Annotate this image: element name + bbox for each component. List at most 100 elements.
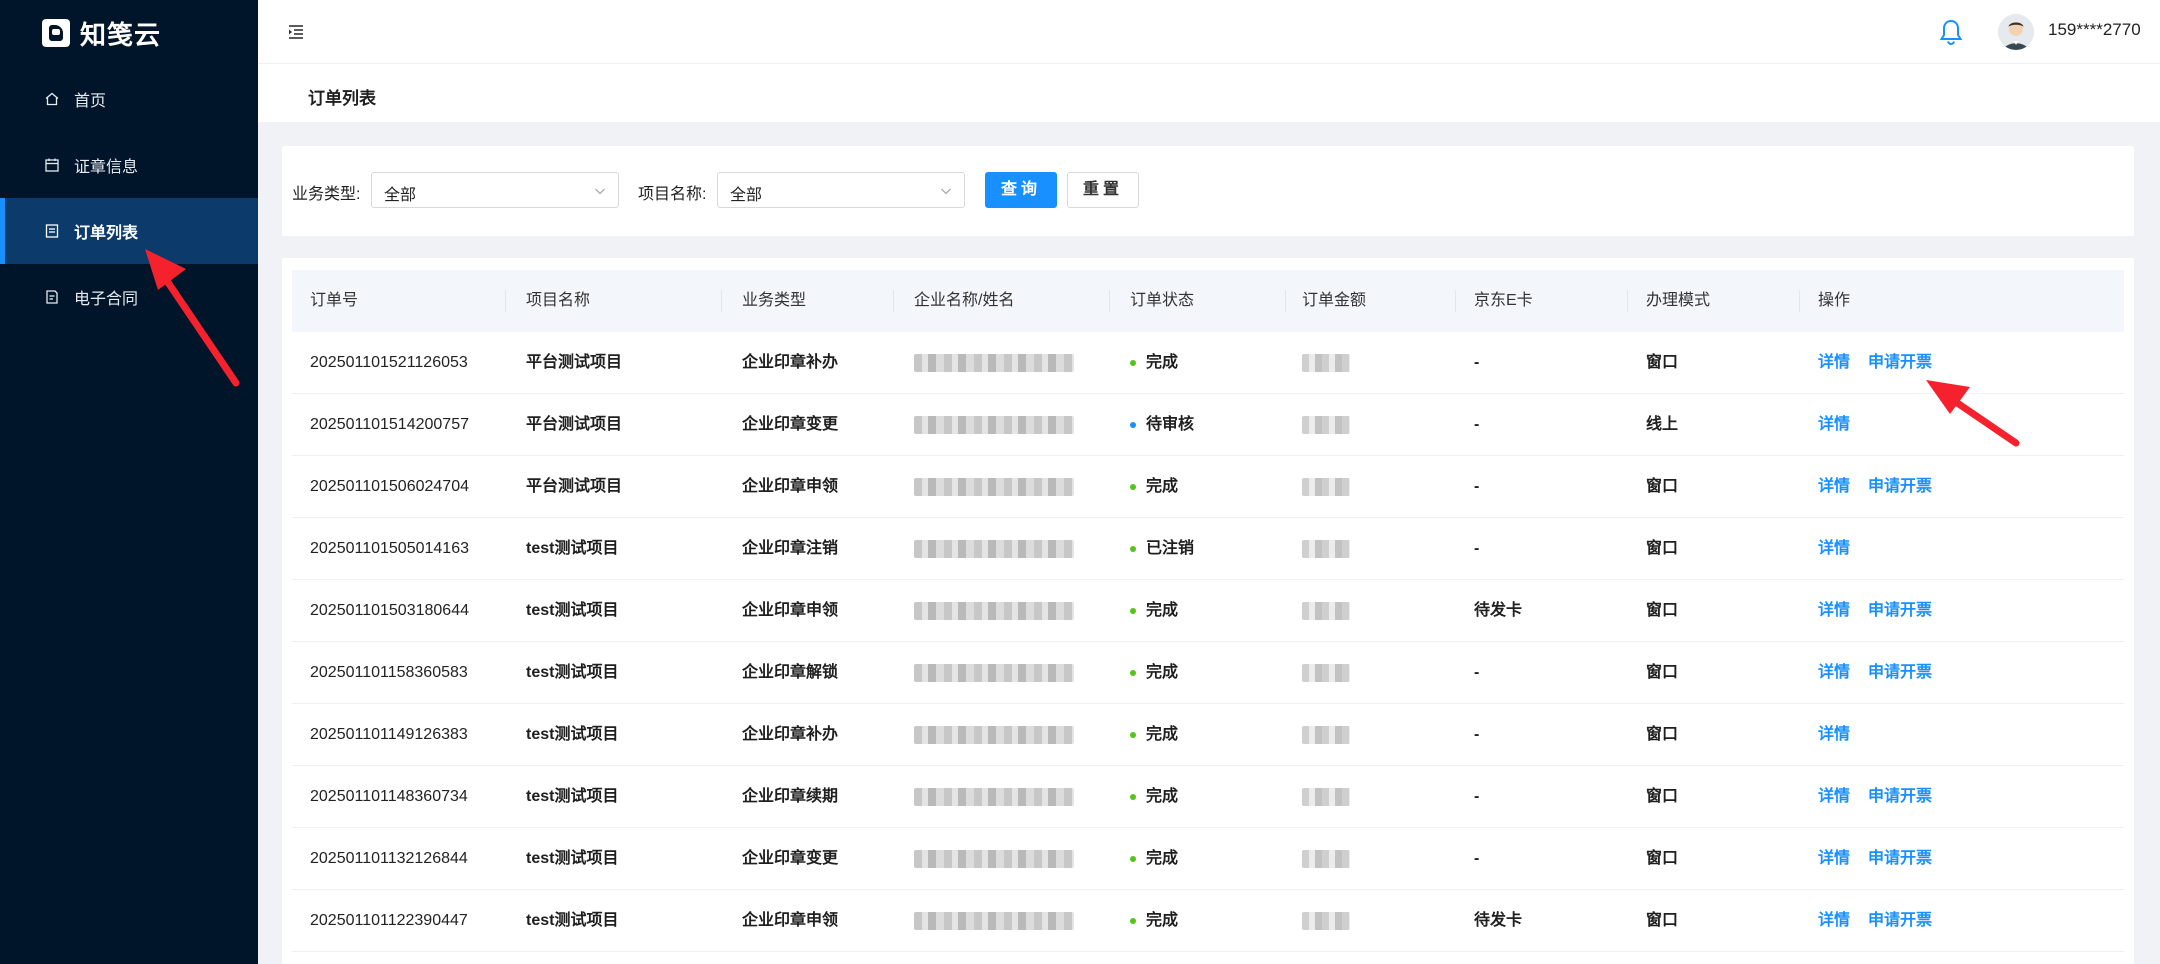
avatar[interactable] bbox=[1998, 14, 2034, 50]
project-name: test测试项目 bbox=[526, 664, 619, 681]
order-number: 202501101122390447 bbox=[310, 912, 468, 929]
apply-invoice-link[interactable]: 申请开票 bbox=[1868, 456, 1932, 518]
menu-collapse-icon[interactable] bbox=[286, 22, 306, 42]
apply-invoice-link[interactable]: 申请开票 bbox=[1868, 332, 1932, 394]
apply-invoice-link[interactable]: 申请开票 bbox=[1868, 642, 1932, 704]
handling-mode: 窗口 bbox=[1646, 726, 1679, 743]
company-name-redacted bbox=[914, 354, 1074, 372]
chevron-down-icon bbox=[940, 184, 952, 196]
table-row: 202501101122390447 test测试项目 企业印章申领 完成 待发卡 窗口 详… bbox=[292, 890, 2124, 952]
logo[interactable]: 知笺云 bbox=[0, 0, 258, 66]
jd-card-status: - bbox=[1474, 540, 1480, 557]
column-header-status: 订单状态 bbox=[1130, 292, 1195, 309]
project-name-value: 全部 bbox=[730, 187, 763, 204]
order-number: 202501101514200757 bbox=[310, 416, 469, 433]
business-type: 企业印章续期 bbox=[742, 788, 839, 805]
handling-mode: 窗口 bbox=[1646, 478, 1679, 495]
sidebar-item-seal-info[interactable]: 证章信息 bbox=[0, 132, 258, 198]
status-dot bbox=[1130, 484, 1136, 490]
column-header-project: 项目名称 bbox=[526, 292, 591, 309]
sidebar-item-home[interactable]: 首页 bbox=[0, 66, 258, 132]
project-name: 平台测试项目 bbox=[526, 354, 623, 371]
page-title-bar: 订单列表 bbox=[258, 64, 2160, 122]
status-dot bbox=[1130, 918, 1136, 924]
order-status: 完成 bbox=[1130, 642, 1178, 704]
status-dot bbox=[1130, 608, 1136, 614]
top-header: 159****2770 bbox=[258, 0, 2160, 64]
table-body: 202501101521126053 平台测试项目 企业印章补办 完成 - 窗口 详情 申请开… bbox=[292, 332, 2124, 952]
reset-button[interactable]: 重置 bbox=[1067, 172, 1139, 208]
company-name-redacted bbox=[914, 850, 1074, 868]
sidebar-item-order-list[interactable]: 订单列表 bbox=[0, 198, 258, 264]
order-status-text: 完成 bbox=[1146, 850, 1179, 867]
status-dot bbox=[1130, 670, 1136, 676]
project-name-select[interactable]: 全部 bbox=[717, 172, 965, 208]
detail-link[interactable]: 详情 bbox=[1818, 828, 1850, 890]
company-name-redacted bbox=[914, 416, 1074, 434]
username[interactable]: 159****2770 bbox=[2048, 20, 2141, 40]
business-type-select[interactable]: 全部 bbox=[371, 172, 619, 208]
sidebar: 知笺云 首页 证章信息 订单列表 电子合同 bbox=[0, 0, 258, 964]
handling-mode: 窗口 bbox=[1646, 354, 1679, 371]
detail-link[interactable]: 详情 bbox=[1818, 704, 1850, 766]
order-status-text: 待审核 bbox=[1146, 416, 1195, 433]
detail-link[interactable]: 详情 bbox=[1818, 394, 1850, 456]
column-divider bbox=[1109, 290, 1110, 312]
column-header-company: 企业名称/姓名 bbox=[914, 292, 1015, 309]
order-number: 202501101505014163 bbox=[310, 540, 469, 557]
brand-name: 知笺云 bbox=[80, 19, 162, 50]
handling-mode: 窗口 bbox=[1646, 788, 1679, 805]
company-name-redacted bbox=[914, 912, 1074, 930]
project-name: test测试项目 bbox=[526, 912, 619, 929]
home-icon bbox=[44, 91, 60, 107]
apply-invoice-link[interactable]: 申请开票 bbox=[1868, 890, 1932, 952]
order-amount-redacted bbox=[1302, 788, 1350, 806]
handling-mode: 窗口 bbox=[1646, 850, 1679, 867]
column-divider bbox=[1455, 290, 1456, 312]
order-status-text: 完成 bbox=[1146, 664, 1179, 681]
detail-link[interactable]: 详情 bbox=[1818, 890, 1850, 952]
apply-invoice-link[interactable]: 申请开票 bbox=[1868, 766, 1932, 828]
column-header-amount: 订单金额 bbox=[1302, 292, 1367, 309]
bell-icon[interactable] bbox=[1938, 18, 1964, 46]
apply-invoice-link[interactable]: 申请开票 bbox=[1868, 828, 1932, 890]
detail-link[interactable]: 详情 bbox=[1818, 580, 1850, 642]
order-number: 202501101148360734 bbox=[310, 788, 468, 805]
column-divider bbox=[1285, 290, 1286, 312]
status-dot bbox=[1130, 794, 1136, 800]
list-icon bbox=[44, 223, 60, 239]
order-table-panel: 订单号 项目名称 业务类型 企业名称/姓名 订单状态 订单金额 京东E卡 办理模… bbox=[282, 258, 2134, 964]
column-divider bbox=[1627, 290, 1628, 312]
order-status-text: 已注销 bbox=[1146, 540, 1195, 557]
project-name: test测试项目 bbox=[526, 850, 619, 867]
jd-card-status: - bbox=[1474, 850, 1480, 867]
business-type: 企业印章补办 bbox=[742, 354, 839, 371]
apply-invoice-link[interactable]: 申请开票 bbox=[1868, 580, 1932, 642]
detail-link[interactable]: 详情 bbox=[1818, 456, 1850, 518]
status-dot bbox=[1130, 732, 1136, 738]
logo-icon bbox=[42, 19, 70, 47]
order-number: 202501101149126383 bbox=[310, 726, 468, 743]
detail-link[interactable]: 详情 bbox=[1818, 518, 1850, 580]
jd-card-status: 待发卡 bbox=[1474, 912, 1523, 929]
query-button[interactable]: 查询 bbox=[985, 172, 1057, 208]
order-number: 202501101506024704 bbox=[310, 478, 469, 495]
contract-icon bbox=[44, 289, 60, 305]
table-row: 202501101132126844 test测试项目 企业印章变更 完成 - 窗口 详情申… bbox=[292, 828, 2124, 890]
order-amount-redacted bbox=[1302, 726, 1350, 744]
jd-card-status: 待发卡 bbox=[1474, 602, 1523, 619]
detail-link[interactable]: 详情 bbox=[1818, 642, 1850, 704]
company-name-redacted bbox=[914, 602, 1074, 620]
order-amount-redacted bbox=[1302, 664, 1350, 682]
table-row: 202501101149126383 test测试项目 企业印章补办 完成 - 窗口 详情 bbox=[292, 704, 2124, 766]
business-type: 企业印章变更 bbox=[742, 850, 839, 867]
project-name: 平台测试项目 bbox=[526, 416, 623, 433]
order-status: 完成 bbox=[1130, 890, 1178, 952]
handling-mode: 线上 bbox=[1646, 416, 1679, 433]
detail-link[interactable]: 详情 bbox=[1818, 332, 1850, 394]
business-type: 企业印章注销 bbox=[742, 540, 839, 557]
detail-link[interactable]: 详情 bbox=[1818, 766, 1850, 828]
sidebar-item-e-contract[interactable]: 电子合同 bbox=[0, 264, 258, 330]
business-type-value: 全部 bbox=[384, 187, 417, 204]
project-name: test测试项目 bbox=[526, 788, 619, 805]
